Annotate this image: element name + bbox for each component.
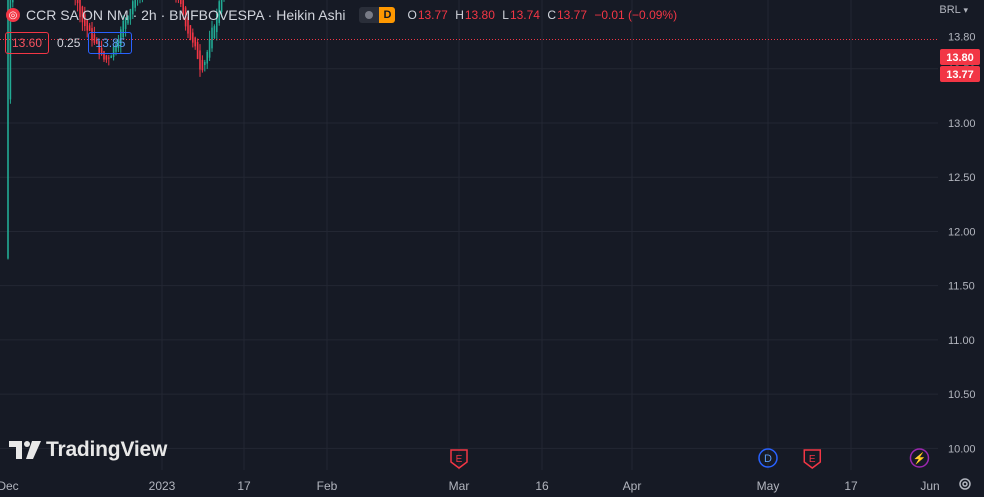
time-tick-label: 17 — [844, 479, 858, 493]
time-axis[interactable]: Dec 2023 17 Feb Mar 16 Apr May 17 Jun — [0, 470, 984, 497]
symbol-title[interactable]: CCR SA ON NM · 2h · BMFBOVESPA · Heikin … — [26, 7, 345, 23]
chart-background — [0, 0, 984, 497]
logo-text: TradingView — [46, 438, 168, 461]
close-label: C — [547, 8, 556, 22]
candle-body — [196, 41, 199, 59]
time-tick-label: 17 — [237, 479, 251, 493]
candle-body — [12, 0, 14, 3]
sell-price-button[interactable]: 13.60 — [5, 32, 50, 54]
earnings-marker-label: E — [456, 454, 463, 465]
open-value: 13.77 — [417, 8, 448, 22]
high-label: H — [455, 8, 464, 22]
time-tick-label: Dec — [0, 479, 19, 493]
candle-body — [208, 39, 211, 58]
price-tag: 13.77 — [940, 66, 980, 82]
price-tick-label: 13.00 — [948, 118, 976, 130]
price-tag-label: 13.80 — [946, 52, 974, 64]
price-tick-label: 12.50 — [948, 172, 976, 184]
tradingview-logo-icon — [9, 441, 41, 459]
candle-body — [206, 51, 208, 64]
buy-price-button[interactable]: 13.85 — [88, 32, 133, 54]
time-axis-background — [0, 470, 984, 497]
marker-label: ⚡ — [913, 452, 927, 465]
candle-body — [88, 25, 91, 31]
candle-body — [110, 55, 112, 59]
quote-row: 13.60 0.25 13.85 — [5, 32, 133, 54]
candle-body — [108, 57, 110, 59]
currency-label: BRL — [939, 4, 961, 16]
time-tick-label: May — [757, 479, 780, 493]
price-tick-label: 11.00 — [948, 335, 975, 347]
price-tag-label: 13.77 — [946, 69, 974, 81]
low-value: 13.74 — [509, 8, 540, 22]
gear-icon[interactable] — [958, 477, 972, 491]
spread-value: 0.25 — [57, 36, 81, 50]
candle-body — [180, 0, 182, 5]
high-value: 13.80 — [464, 8, 495, 22]
candle-body — [213, 26, 216, 39]
price-tick-label: 12.00 — [948, 226, 976, 238]
time-tick-label: Apr — [623, 479, 642, 493]
candle-body — [201, 59, 204, 71]
tradingview-logo[interactable]: TradingView — [8, 438, 167, 462]
eye-icon[interactable] — [359, 7, 380, 23]
candle-body — [189, 25, 192, 40]
earnings-marker-label: E — [809, 454, 816, 465]
chevron-down-icon: ▾ — [963, 5, 968, 15]
price-tick-label: 10.00 — [948, 443, 976, 455]
close-value: 13.77 — [556, 8, 588, 22]
time-tick-label: 16 — [535, 479, 549, 493]
currency-selector[interactable]: BRL ▾ — [939, 4, 968, 16]
time-tick-label: Mar — [449, 479, 470, 493]
time-tick-label: Feb — [317, 479, 338, 493]
ccr-logo-icon[interactable]: ◎ — [6, 8, 20, 22]
candle-body — [211, 27, 213, 49]
price-tick-label: 10.50 — [948, 389, 976, 401]
marker-label: D — [764, 453, 772, 465]
open-label: O — [407, 8, 417, 22]
price-tick-label: 13.80 — [948, 31, 976, 43]
candle-body — [105, 55, 108, 60]
candle-body — [76, 0, 79, 4]
price-axis[interactable]: 10.0010.5011.0011.5012.0012.5013.0013.50… — [938, 0, 984, 497]
candle-body — [194, 37, 196, 47]
change-value: −0.01 (−0.09%) — [594, 8, 678, 22]
price-chart[interactable]: E D E ⚡ 10.00 10.50 11.00 11.50 12.00 12.50 13.00… — [0, 0, 984, 497]
symbol-badges[interactable]: D — [359, 7, 396, 23]
symbol-legend: ◎ CCR SA ON NM · 2h · BMFBOVESPA · Heiki… — [6, 5, 681, 25]
time-tick-label: Jun — [920, 479, 939, 493]
ohlc-values: O13.77 H13.80 L13.74 C13.77 −0.01 (−0.09… — [407, 8, 681, 22]
candle-body — [204, 61, 206, 66]
time-tick-label: 2023 — [149, 479, 176, 493]
low-label: L — [502, 8, 509, 22]
candle-body — [192, 32, 194, 43]
price-tag: 13.80 — [940, 49, 980, 65]
candle-body — [199, 50, 201, 70]
delayed-badge[interactable]: D — [379, 7, 396, 23]
price-tick-label: 11.50 — [948, 281, 975, 293]
